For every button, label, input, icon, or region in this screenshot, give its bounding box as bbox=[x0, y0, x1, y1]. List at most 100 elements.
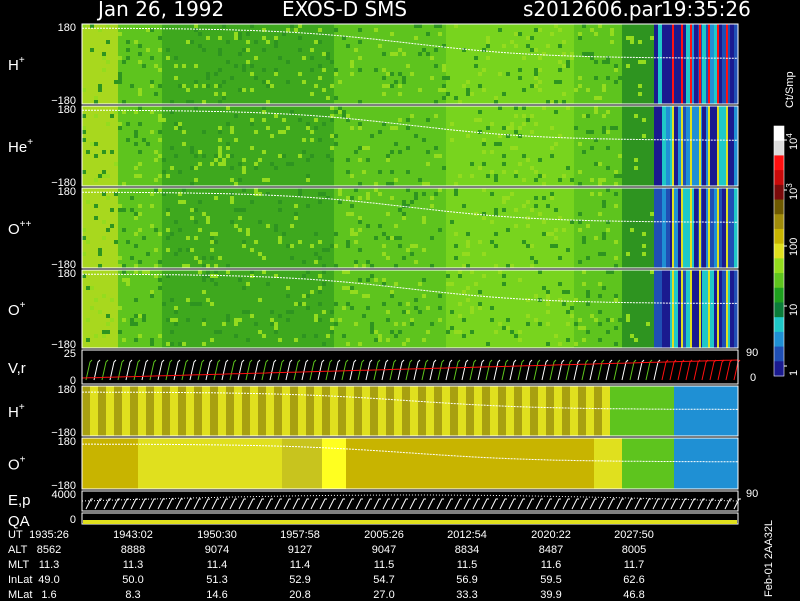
noise-cell bbox=[106, 60, 110, 64]
time-column bbox=[230, 438, 234, 489]
time-column bbox=[566, 270, 570, 348]
noise-cell bbox=[542, 196, 546, 200]
noise-cell bbox=[382, 232, 386, 236]
noise-cell bbox=[210, 248, 214, 252]
time-column bbox=[370, 270, 374, 348]
time-column bbox=[694, 188, 698, 268]
noise-cell bbox=[294, 212, 298, 216]
noise-cell bbox=[298, 192, 302, 196]
noise-cell bbox=[366, 260, 370, 264]
noise-cell bbox=[578, 142, 582, 146]
noise-cell bbox=[566, 166, 570, 170]
noise-cell bbox=[314, 318, 318, 322]
noise-cell bbox=[406, 302, 410, 306]
noise-cell bbox=[294, 302, 298, 306]
row-value: 27.0 bbox=[373, 589, 395, 601]
noise-cell bbox=[590, 192, 594, 196]
time-column bbox=[706, 438, 710, 489]
noise-cell bbox=[562, 290, 566, 294]
time-column bbox=[614, 386, 618, 436]
noise-cell bbox=[614, 342, 618, 346]
noise-cell bbox=[166, 174, 170, 178]
noise-cell bbox=[366, 146, 370, 150]
time-column bbox=[414, 438, 418, 489]
noise-cell bbox=[386, 310, 390, 314]
noise-cell bbox=[534, 294, 538, 298]
noise-cell bbox=[174, 126, 178, 130]
noise-cell bbox=[534, 84, 538, 88]
row-value: 1943:02 bbox=[113, 529, 153, 541]
noise-cell bbox=[602, 204, 606, 208]
noise-cell bbox=[466, 298, 470, 302]
time-column bbox=[578, 270, 582, 348]
time-column bbox=[442, 438, 446, 489]
noise-cell bbox=[634, 118, 638, 122]
noise-cell bbox=[194, 24, 198, 28]
noise-cell bbox=[214, 72, 218, 76]
time-column bbox=[434, 438, 438, 489]
noise-cell bbox=[162, 302, 166, 306]
noise-cell bbox=[230, 220, 234, 224]
noise-cell bbox=[382, 68, 386, 72]
noise-cell bbox=[98, 252, 102, 256]
burst-stripe bbox=[681, 270, 683, 348]
time-column bbox=[486, 270, 490, 348]
time-column bbox=[182, 386, 186, 436]
time-column bbox=[446, 106, 450, 186]
noise-cell bbox=[122, 208, 126, 212]
time-column bbox=[410, 24, 414, 104]
noise-cell bbox=[498, 72, 502, 76]
noise-cell bbox=[458, 302, 462, 306]
noise-cell bbox=[502, 200, 506, 204]
time-column bbox=[166, 386, 170, 436]
noise-cell bbox=[582, 338, 586, 342]
low-energy-panel-0 bbox=[81, 385, 739, 437]
time-column bbox=[550, 386, 554, 436]
noise-cell bbox=[582, 150, 586, 154]
noise-cell bbox=[258, 192, 262, 196]
panel-label: H+ bbox=[8, 55, 25, 74]
noise-cell bbox=[234, 64, 238, 68]
noise-cell bbox=[446, 330, 450, 334]
time-column bbox=[434, 188, 438, 268]
time-column bbox=[354, 106, 358, 186]
time-column bbox=[142, 188, 146, 268]
time-column bbox=[602, 438, 606, 489]
noise-cell bbox=[262, 178, 266, 182]
time-column bbox=[670, 386, 674, 436]
time-column bbox=[322, 386, 326, 436]
right-tick-label: 0 bbox=[750, 372, 756, 384]
time-column bbox=[250, 270, 254, 348]
noise-cell bbox=[226, 318, 230, 322]
noise-cell bbox=[302, 302, 306, 306]
time-column bbox=[722, 188, 726, 268]
noise-cell bbox=[502, 274, 506, 278]
noise-cell bbox=[138, 122, 142, 126]
noise-cell bbox=[202, 100, 206, 104]
noise-cell bbox=[642, 188, 646, 192]
time-column bbox=[478, 438, 482, 489]
time-column bbox=[206, 386, 210, 436]
noise-cell bbox=[438, 306, 442, 310]
time-column bbox=[330, 270, 334, 348]
noise-cell bbox=[306, 174, 310, 178]
noise-cell bbox=[490, 306, 494, 310]
time-column bbox=[574, 188, 578, 268]
noise-cell bbox=[394, 282, 398, 286]
time-column bbox=[258, 270, 262, 348]
time-column bbox=[370, 188, 374, 268]
time-column bbox=[674, 106, 678, 186]
time-column bbox=[198, 106, 202, 186]
row-value: 62.6 bbox=[623, 574, 645, 586]
footer-vertical: Feb-01 2AA32L bbox=[763, 520, 775, 597]
noise-cell bbox=[386, 84, 390, 88]
time-column bbox=[566, 188, 570, 268]
noise-cell bbox=[218, 150, 222, 154]
noise-cell bbox=[598, 252, 602, 256]
noise-cell bbox=[178, 342, 182, 346]
noise-cell bbox=[470, 162, 474, 166]
time-column bbox=[410, 270, 414, 348]
time-column bbox=[530, 438, 534, 489]
time-column bbox=[594, 270, 598, 348]
time-column bbox=[650, 270, 654, 348]
